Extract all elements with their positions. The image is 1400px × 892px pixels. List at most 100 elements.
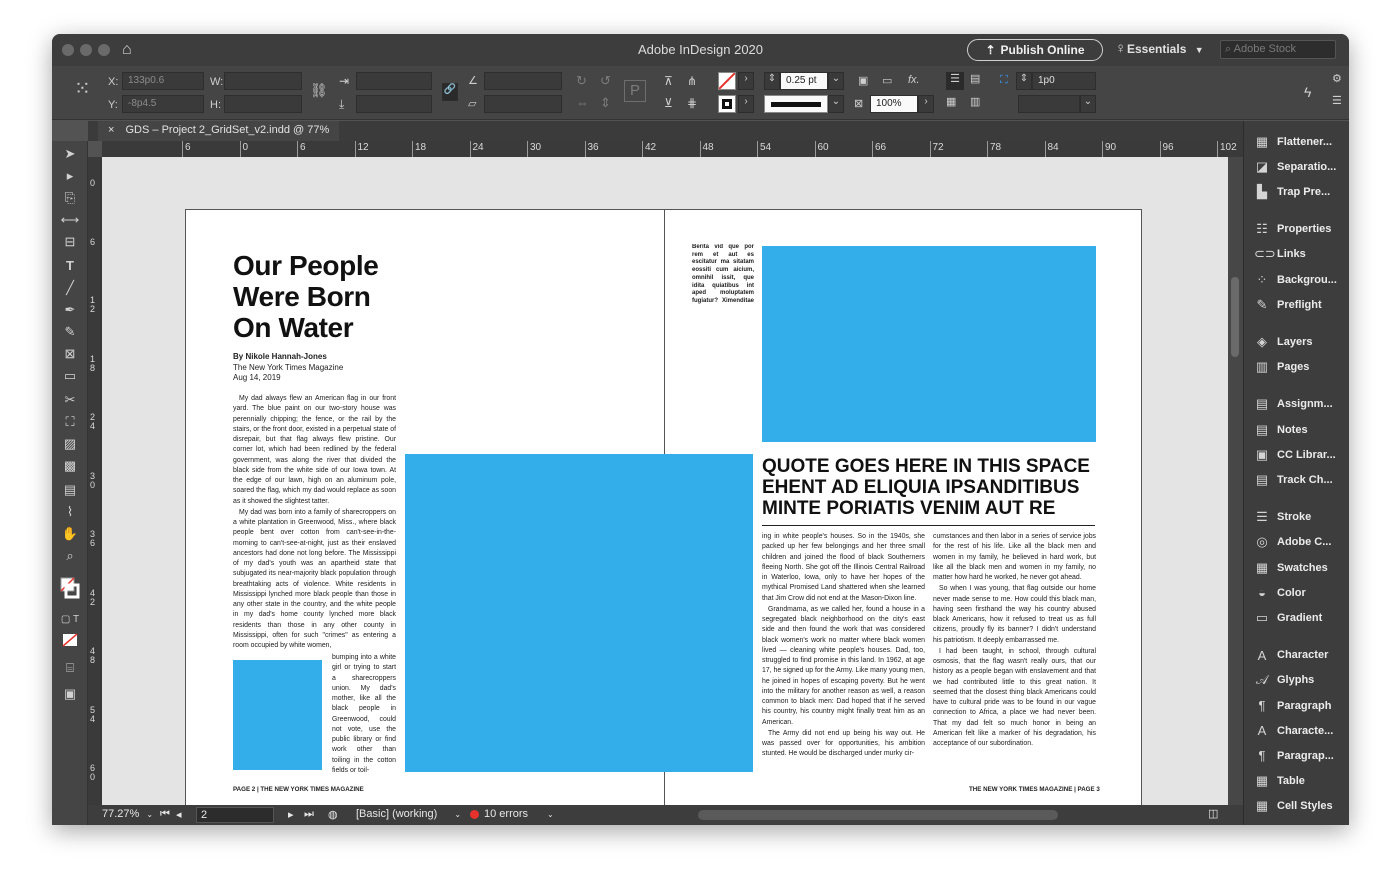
select-content-icon[interactable]: ⋔ [687,74,697,88]
panel-stroke[interactable]: ☰ Stroke [1244,505,1349,530]
rectangle-tool-icon[interactable]: ▭ [60,367,80,385]
fill-swatch-none-icon[interactable] [718,72,736,90]
next-page-icon[interactable]: ▸ [288,808,294,821]
panel-adobe-color[interactable]: ◎ Adobe C... [1244,530,1349,555]
panel-character-styles[interactable]: A Characte... [1244,718,1349,743]
preflight-errors-indicator[interactable]: 10 errors ⌄ [470,808,554,820]
reference-point-p-icon[interactable]: P [624,80,646,102]
opacity-field[interactable]: 100% [870,95,918,113]
panel-character[interactable]: A Character [1244,643,1349,668]
constrain-scale-icon[interactable]: 🔗 [442,83,458,101]
eyedropper-tool-icon[interactable]: ⌇ [60,503,80,521]
horizontal-ruler[interactable]: 60612182430364248546066727884909610210 [102,141,1243,157]
panel-flattener[interactable]: ▦ Flattener... [1244,129,1349,154]
panel-table[interactable]: ▦ Table [1244,769,1349,794]
pasteboard[interactable]: Our People Were Born On Water By Nikole … [102,157,1228,805]
small-image-placeholder[interactable] [233,660,322,770]
workspace-switcher[interactable]: Essentials ▼ [1127,42,1204,56]
stroke-type-dropdown[interactable] [764,95,828,113]
gradient-feather-tool-icon[interactable]: ▩ [60,457,80,475]
panel-background-tasks[interactable]: ⁘ Backgrou... [1244,267,1349,292]
gradient-swatch-tool-icon[interactable]: ▨ [60,435,80,453]
auto-fit-icon[interactable]: ⛶ [1000,74,1008,87]
scale-y-field[interactable] [356,95,432,113]
horizontal-scroll-thumb[interactable] [698,810,1058,820]
open-document-icon[interactable]: ◍ [328,808,338,821]
hand-tool-icon[interactable]: ✋ [60,525,80,543]
panel-separations[interactable]: ◪ Separatio... [1244,154,1349,179]
document-tab[interactable]: × GDS – Project 2_GridSet_v2.indd @ 77% [98,121,340,141]
publish-online-button[interactable]: ⇡ Publish Online [967,39,1103,61]
panel-swatches[interactable]: ▦ Swatches [1244,555,1349,580]
preflight-profile-dropdown[interactable]: [Basic] (working) ⌄ [356,808,461,820]
lightning-icon[interactable]: ϟ [1304,84,1311,100]
frame-fitting-icon[interactable]: ▭ [882,74,892,87]
object-style-dropdown[interactable] [1018,95,1080,113]
first-page-icon[interactable]: ⏮ [160,808,170,821]
previous-page-icon[interactable]: ◂ [176,808,182,821]
headline[interactable]: Our People Were Born On Water [233,250,413,343]
reference-point-icon[interactable]: ⁙ [74,76,100,102]
panel-color[interactable]: ◒ Color [1244,580,1349,605]
stroke-weight-stepper[interactable]: ⇕ [764,72,780,90]
panel-paragraph[interactable]: ¶ Paragraph [1244,693,1349,718]
select-container-icon[interactable]: ⊼ [664,74,673,88]
select-previous-icon[interactable]: ⊻ [664,96,673,110]
height-field[interactable] [224,95,302,113]
panel-paragraph-styles[interactable]: ¶ Paragrap... [1244,743,1349,768]
text-wrap-bounding-icon[interactable]: ▤ [970,72,980,85]
lightbulb-icon[interactable]: ♀ [1115,40,1126,57]
last-page-icon[interactable]: ⏭ [304,808,314,821]
direct-selection-tool-icon[interactable]: ▸ [60,167,80,185]
panel-preflight[interactable]: ✎ Preflight [1244,292,1349,317]
split-view-icon[interactable]: ◫ [1208,807,1218,820]
selection-tool-icon[interactable]: ➤ [60,145,80,163]
panel-pages[interactable]: ▥ Pages [1244,355,1349,380]
flip-vertical-icon[interactable]: ⇕ [600,95,611,111]
right-column-2-frame[interactable]: cumstances and then labor in a series of… [933,532,1096,776]
effects-fx-icon[interactable]: fx. [908,74,920,86]
screen-mode-icon[interactable]: ⌸ [60,659,80,677]
shear-angle-field[interactable] [484,95,562,113]
width-field[interactable] [224,72,302,90]
gear-icon[interactable]: ⚙ [1332,72,1342,85]
left-body-text-frame[interactable]: My dad always flew an American flag in o… [233,394,396,652]
panel-layers[interactable]: ◈ Layers [1244,329,1349,354]
panel-trap-presets[interactable]: ▙ Trap Pre... [1244,179,1349,204]
adobe-stock-search-input[interactable]: ⌕ Adobe Stock [1220,40,1336,59]
type-tool-icon[interactable]: T [60,257,80,275]
page-tool-icon[interactable]: ⎘ [60,189,80,207]
close-tab-icon[interactable]: × [108,124,114,136]
text-wrap-jump-icon[interactable]: ▥ [970,95,980,108]
pull-quote[interactable]: QUOTE GOES HERE IN THIS SPACE EHENT AD E… [762,456,1098,519]
panel-cc-libraries[interactable]: ▣ CC Librar... [1244,442,1349,467]
line-tool-icon[interactable]: ╱ [60,279,80,297]
stroke-menu-button[interactable]: › [738,95,754,113]
flip-horizontal-icon[interactable]: ⇔ [576,95,589,110]
stroke-type-chevron[interactable]: ⌄ [828,95,844,113]
y-position-field[interactable]: -8p4.5 [122,95,204,113]
spread[interactable]: Our People Were Born On Water By Nikole … [185,209,1142,805]
apply-none-icon[interactable] [60,633,80,651]
zoom-tool-icon[interactable]: ⌕ [60,547,80,565]
pencil-tool-icon[interactable]: ✎ [60,323,80,341]
offset-stepper[interactable]: ⇕ [1016,72,1032,90]
rotation-angle-field[interactable] [484,72,562,90]
stroke-weight-dropdown[interactable]: ⌄ [828,72,844,90]
panel-links[interactable]: ⊂⊃ Links [1244,242,1349,267]
top-image-placeholder[interactable] [762,246,1096,442]
narrow-text-frame[interactable]: bumping into a white girl or trying to s… [332,653,396,773]
text-wrap-none-icon[interactable]: ☰ [946,72,964,90]
scale-x-field[interactable] [356,72,432,90]
gap-tool-icon[interactable]: ⟷ [60,211,80,229]
panel-track-changes[interactable]: ▤ Track Ch... [1244,467,1349,492]
rectangle-frame-tool-icon[interactable]: ⊠ [60,345,80,363]
text-wrap-shape-icon[interactable]: ▦ [946,95,956,108]
spread-image-placeholder[interactable] [405,454,753,772]
rotate-cw-icon[interactable]: ↻ [576,73,587,89]
note-tool-icon[interactable]: ▤ [60,481,80,499]
scissors-tool-icon[interactable]: ✂ [60,391,80,409]
vertical-ruler[interactable]: 0 6 1 2 1 8 2 4 3 0 3 6 4 2 4 8 5 4 6 0 [88,157,102,805]
rotate-ccw-icon[interactable]: ↺ [600,73,611,89]
opacity-menu-button[interactable]: › [918,95,934,113]
